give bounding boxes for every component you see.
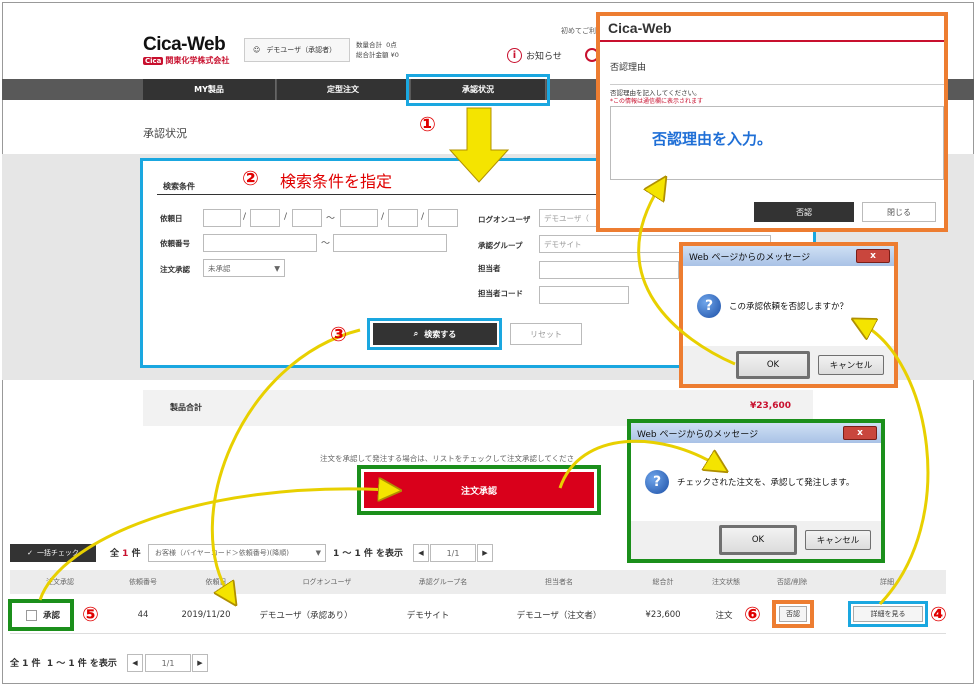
step4-marker: ④ — [930, 602, 947, 626]
arrow-search-to-date — [210, 328, 361, 596]
step5-marker: ⑤ — [82, 602, 99, 626]
step6-marker: ⑥ — [744, 602, 761, 626]
down-arrow — [448, 107, 510, 183]
step2-annotation: 検索条件を指定 — [280, 172, 393, 191]
step1-marker: ① — [419, 112, 436, 136]
step2-marker: ② — [242, 166, 259, 190]
annotation-arrows — [38, 107, 930, 686]
arrow-approve-to-dialog — [558, 439, 718, 489]
arrow-detail-to-dialog — [862, 324, 930, 606]
step3-marker: ③ — [330, 322, 347, 346]
arrow-ok-to-panel — [637, 186, 736, 366]
